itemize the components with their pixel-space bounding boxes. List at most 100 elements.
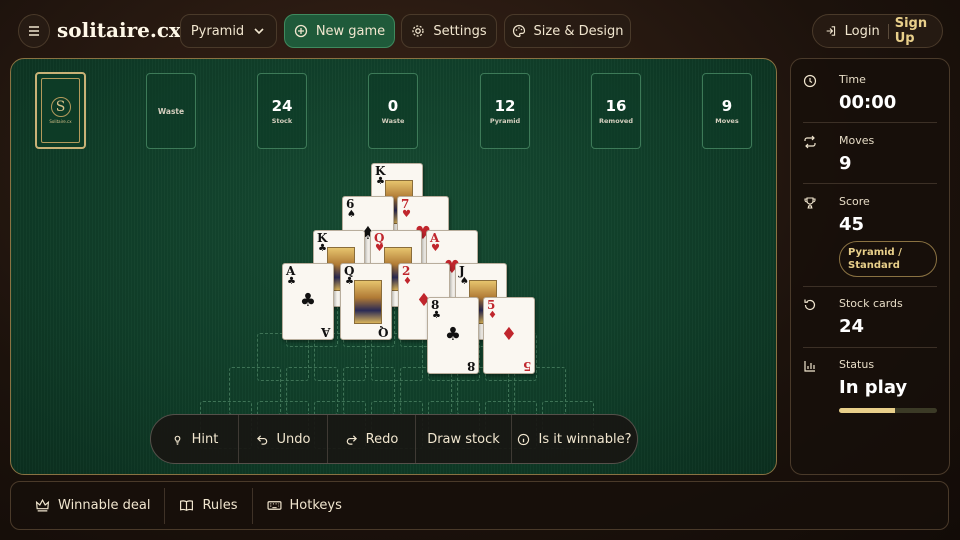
size-design-label: Size & Design bbox=[533, 23, 624, 39]
card-suit: ♥ bbox=[375, 243, 384, 254]
game-type-label: Pyramid bbox=[190, 23, 245, 39]
card-suit: ♥ bbox=[402, 209, 411, 220]
status-progress-bar bbox=[839, 408, 937, 413]
status-value: In play bbox=[839, 377, 908, 398]
draw-stock-button[interactable]: Draw stock bbox=[416, 415, 512, 463]
bar-chart-icon bbox=[804, 361, 815, 372]
time-value: 00:00 bbox=[839, 92, 897, 113]
card-pip: ♣ bbox=[299, 290, 317, 311]
gear-icon bbox=[412, 25, 424, 37]
card-suit: ♠ bbox=[460, 276, 469, 287]
court-figure bbox=[354, 280, 382, 324]
card-rank-bottom: 5 bbox=[522, 359, 531, 373]
stock-cards-value: 24 bbox=[839, 316, 865, 337]
stats-sidebar: Time 00:00 Moves 9 Score 45 Pyramid / St… bbox=[790, 58, 950, 475]
counter-label: Waste bbox=[381, 117, 405, 125]
undo-label: Undo bbox=[276, 431, 311, 447]
time-label: Time bbox=[839, 73, 866, 86]
hotkeys-button[interactable]: Hotkeys bbox=[253, 488, 356, 524]
waste-pile[interactable]: Waste bbox=[146, 73, 196, 149]
book-icon bbox=[180, 500, 194, 512]
card-rank-bottom: 8 bbox=[466, 359, 475, 373]
settings-label: Settings bbox=[433, 23, 487, 39]
game-type-select[interactable]: Pyramid bbox=[180, 14, 277, 48]
stock-cards-label: Stock cards bbox=[839, 297, 903, 310]
card-suit: ♥ bbox=[431, 243, 440, 254]
deck-brand: Solitaire.cx bbox=[49, 119, 72, 124]
card-suit: ♦ bbox=[403, 276, 412, 287]
counter-label: Pyramid bbox=[489, 117, 521, 125]
pyramid-card[interactable]: A ♣ ♣ A bbox=[282, 263, 334, 340]
winnable-deal-button[interactable]: Winnable deal bbox=[21, 487, 166, 524]
hint-button[interactable]: Hint bbox=[151, 415, 239, 463]
score-label: Score bbox=[839, 195, 870, 208]
pyramid-card[interactable]: 8 ♣ ♣ 8 bbox=[427, 297, 479, 374]
counter-pyramid: 12 Pyramid bbox=[480, 73, 530, 149]
card-suit: ♠ bbox=[347, 209, 356, 220]
game-mode-line1: Pyramid / bbox=[848, 247, 902, 258]
card-suit: ♣ bbox=[376, 176, 385, 187]
control-bar: Hint Undo Redo Draw stock Is it winnable… bbox=[150, 414, 638, 464]
counter-value: 9 bbox=[721, 97, 733, 115]
rules-button[interactable]: Rules bbox=[165, 487, 253, 524]
moves-value: 9 bbox=[839, 153, 852, 174]
login-link[interactable]: Login bbox=[845, 23, 889, 39]
card-rank-bottom: A bbox=[320, 325, 330, 339]
signup-link[interactable]: Sign Up bbox=[895, 16, 942, 46]
plus-circle-icon bbox=[294, 24, 307, 38]
counter-label: Stock bbox=[271, 117, 293, 125]
pyramid-card[interactable]: 5 ♦ ♦ 5 bbox=[483, 297, 535, 374]
size-design-button[interactable]: Size & Design bbox=[504, 14, 631, 48]
clock-icon bbox=[803, 74, 817, 88]
trophy-icon bbox=[804, 197, 816, 209]
divider bbox=[803, 183, 937, 184]
is-winnable-button[interactable]: Is it winnable? bbox=[512, 415, 637, 463]
game-board: S Solitaire.cx Waste 24 Stock 0 Waste 12… bbox=[10, 58, 777, 475]
counter-value: 24 bbox=[271, 97, 293, 115]
card-suit: ♣ bbox=[318, 243, 327, 254]
deck-back: S Solitaire.cx bbox=[41, 78, 80, 143]
undo-button[interactable]: Undo bbox=[239, 415, 328, 463]
hint-label: Hint bbox=[191, 431, 219, 447]
redo-icon bbox=[346, 434, 357, 445]
footer-bar: Winnable deal Rules Hotkeys bbox=[10, 481, 949, 530]
divider bbox=[803, 286, 937, 287]
moves-label: Moves bbox=[839, 134, 875, 147]
menu-button[interactable] bbox=[18, 14, 50, 48]
hotkeys-label: Hotkeys bbox=[289, 498, 342, 513]
divider bbox=[803, 122, 937, 123]
redo-button[interactable]: Redo bbox=[328, 415, 416, 463]
is-winnable-label: Is it winnable? bbox=[538, 431, 632, 447]
card-suit: ♣ bbox=[287, 276, 296, 287]
waste-pile-label: Waste bbox=[157, 106, 185, 116]
hamburger-icon bbox=[29, 26, 39, 36]
status-progress-fill bbox=[839, 408, 895, 413]
score-value: 45 bbox=[839, 214, 865, 235]
counter-stock: 24 Stock bbox=[257, 73, 307, 149]
card-pip: ♦ bbox=[500, 324, 518, 345]
login-icon bbox=[826, 26, 836, 36]
counter-waste: 0 Waste bbox=[368, 73, 418, 149]
settings-button[interactable]: Settings bbox=[401, 14, 497, 48]
card-suit: ♣ bbox=[432, 310, 441, 321]
palette-icon bbox=[512, 24, 525, 38]
game-mode-badge: Pyramid / Standard bbox=[839, 241, 937, 277]
card-suit: ♣ bbox=[345, 276, 354, 287]
card-rank-bottom: Q bbox=[377, 325, 388, 339]
status-label: Status bbox=[839, 358, 875, 371]
pyramid-card[interactable]: Q ♣ Q bbox=[340, 263, 392, 340]
stock-deck[interactable]: S Solitaire.cx bbox=[35, 72, 86, 149]
counter-label: Moves bbox=[715, 117, 739, 125]
game-mode-line2: Standard bbox=[848, 260, 900, 271]
repeat-icon bbox=[804, 135, 816, 149]
new-game-label: New game bbox=[315, 23, 386, 39]
new-game-button[interactable]: New game bbox=[284, 14, 395, 48]
crown-icon bbox=[35, 498, 50, 512]
site-logo[interactable]: solitaire.cx bbox=[57, 18, 181, 42]
redo-label: Redo bbox=[365, 431, 399, 447]
counter-label: Removed bbox=[599, 117, 633, 125]
auth-group: Login Sign Up bbox=[812, 14, 943, 48]
refresh-icon bbox=[804, 299, 816, 311]
draw-stock-label: Draw stock bbox=[427, 431, 500, 447]
deck-monogram: S bbox=[50, 97, 71, 117]
